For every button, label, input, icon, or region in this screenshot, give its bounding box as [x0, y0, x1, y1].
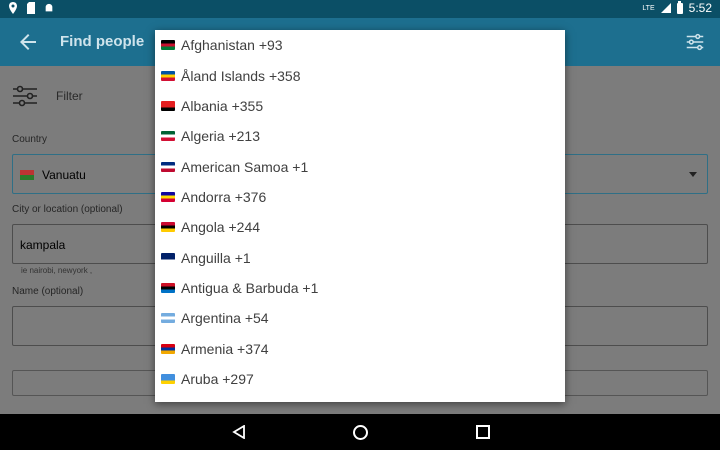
network-type: LTE	[642, 4, 655, 12]
flag-icon	[161, 282, 175, 293]
signal-icon	[660, 3, 671, 13]
country-option[interactable]: Aruba +297	[155, 364, 565, 394]
country-option-label: Anguilla +1	[181, 249, 251, 266]
country-option[interactable]: Antigua & Barbuda +1	[155, 273, 565, 303]
nav-recents-icon[interactable]	[476, 425, 490, 439]
country-label: Country	[12, 134, 48, 145]
country-option[interactable]: Armenia +374	[155, 333, 565, 363]
flag-icon	[161, 313, 175, 324]
country-value-text: Vanuatu	[42, 168, 86, 182]
country-option-label: Åland Islands +358	[181, 67, 301, 84]
flag-icon	[161, 222, 175, 233]
country-option[interactable]: American Samoa +1	[155, 151, 565, 181]
filter-icon[interactable]	[12, 84, 38, 108]
country-option-label: Algeria +213	[181, 128, 261, 145]
country-option[interactable]: Argentina +54	[155, 303, 565, 333]
status-bar: LTE 5:52	[0, 0, 720, 18]
dropdown-arrow-icon[interactable]	[689, 172, 697, 177]
country-option-label: Armenia +374	[181, 340, 269, 357]
city-hint: ie nairobi, newyork ,	[21, 266, 93, 275]
nav-home-icon[interactable]	[353, 425, 368, 440]
country-option-label: Argentina +54	[181, 310, 269, 327]
name-label: Name (optional)	[12, 286, 84, 297]
city-label: City or location (optional)	[12, 204, 123, 215]
country-option[interactable]: Angola +244	[155, 212, 565, 242]
country-option[interactable]: Åland Islands +358	[155, 60, 565, 90]
tune-icon[interactable]	[684, 31, 706, 53]
page-title: Find people	[60, 33, 145, 50]
country-value: Vanuatu	[20, 168, 86, 182]
flag-icon	[161, 343, 175, 354]
country-option[interactable]: Anguilla +1	[155, 242, 565, 272]
clock: 5:52	[688, 1, 712, 15]
country-dropdown[interactable]: Afghanistan +93 Åland Islands +358 Albania…	[155, 30, 565, 402]
android-icon	[45, 3, 53, 12]
country-option-label: Andorra +376	[181, 188, 267, 205]
country-option[interactable]: Albania +355	[155, 91, 565, 121]
flag-icon	[161, 40, 175, 51]
city-value: kampala	[20, 238, 66, 252]
nav-back-icon[interactable]	[232, 425, 246, 439]
country-option-label: Aruba +297	[181, 370, 254, 387]
flag-icon	[161, 100, 175, 111]
flag-icon	[161, 131, 175, 142]
country-option[interactable]: Afghanistan +93	[155, 30, 565, 60]
country-option[interactable]: Andorra +376	[155, 182, 565, 212]
battery-icon	[676, 0, 683, 14]
country-option-label: Angola +244	[181, 219, 261, 236]
filter-label: Filter	[56, 89, 83, 103]
country-option-label: Afghanistan +93	[181, 37, 283, 54]
flag-icon	[161, 252, 175, 263]
navigation-bar	[0, 414, 720, 450]
country-option-label: Antigua & Barbuda +1	[181, 279, 319, 296]
country-option[interactable]: Algeria +213	[155, 121, 565, 151]
country-option-label: American Samoa +1	[181, 158, 309, 175]
flag-icon	[161, 191, 175, 202]
vanuatu-flag-icon	[20, 170, 34, 180]
flag-icon	[161, 373, 175, 384]
sd-card-icon	[27, 2, 35, 14]
country-option-label: Albania +355	[181, 97, 264, 114]
flag-icon	[161, 161, 175, 172]
back-arrow-icon[interactable]	[16, 30, 40, 54]
flag-icon	[161, 70, 175, 81]
location-icon	[9, 2, 17, 14]
